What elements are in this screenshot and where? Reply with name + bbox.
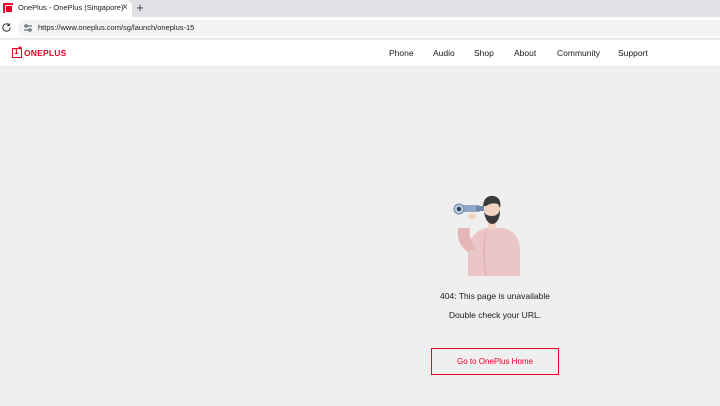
nav-about[interactable]: About	[514, 48, 536, 60]
address-bar[interactable]: https://www.oneplus.com/sg/launch/oneplu…	[18, 20, 720, 36]
close-tab-icon[interactable]: ×	[120, 2, 130, 14]
oneplus-favicon-icon	[3, 3, 13, 13]
browser-tab-strip: OnePlus - OnePlus (Singapore) × +	[0, 0, 720, 17]
nav-support[interactable]: Support	[618, 48, 648, 60]
nav-community[interactable]: Community	[557, 48, 600, 60]
nav-audio[interactable]: Audio	[433, 48, 455, 60]
logo-text: ONEPLUS	[24, 48, 67, 58]
man-with-binoculars-illustration	[453, 195, 520, 276]
go-home-button[interactable]: Go to OnePlus Home	[431, 348, 559, 375]
oneplus-logo[interactable]: ONEPLUS	[12, 45, 67, 59]
site-header: ONEPLUS Phone Audio Shop About Community…	[0, 40, 720, 67]
reload-icon[interactable]	[1, 22, 12, 33]
browser-toolbar: https://www.oneplus.com/sg/launch/oneplu…	[0, 17, 720, 39]
site-info-icon[interactable]	[23, 23, 33, 33]
nav-phone[interactable]: Phone	[389, 48, 414, 60]
url-text: https://www.oneplus.com/sg/launch/oneplu…	[38, 23, 195, 32]
oneplus-logo-icon	[12, 45, 22, 58]
error-subtitle: Double check your URL.	[448, 310, 542, 320]
browser-tab[interactable]: OnePlus - OnePlus (Singapore) ×	[0, 0, 132, 17]
nav-shop[interactable]: Shop	[474, 48, 494, 60]
tab-title: OnePlus - OnePlus (Singapore)	[18, 3, 124, 12]
new-tab-icon[interactable]: +	[134, 1, 146, 15]
error-title: 404: This page is unavailable	[440, 291, 550, 301]
